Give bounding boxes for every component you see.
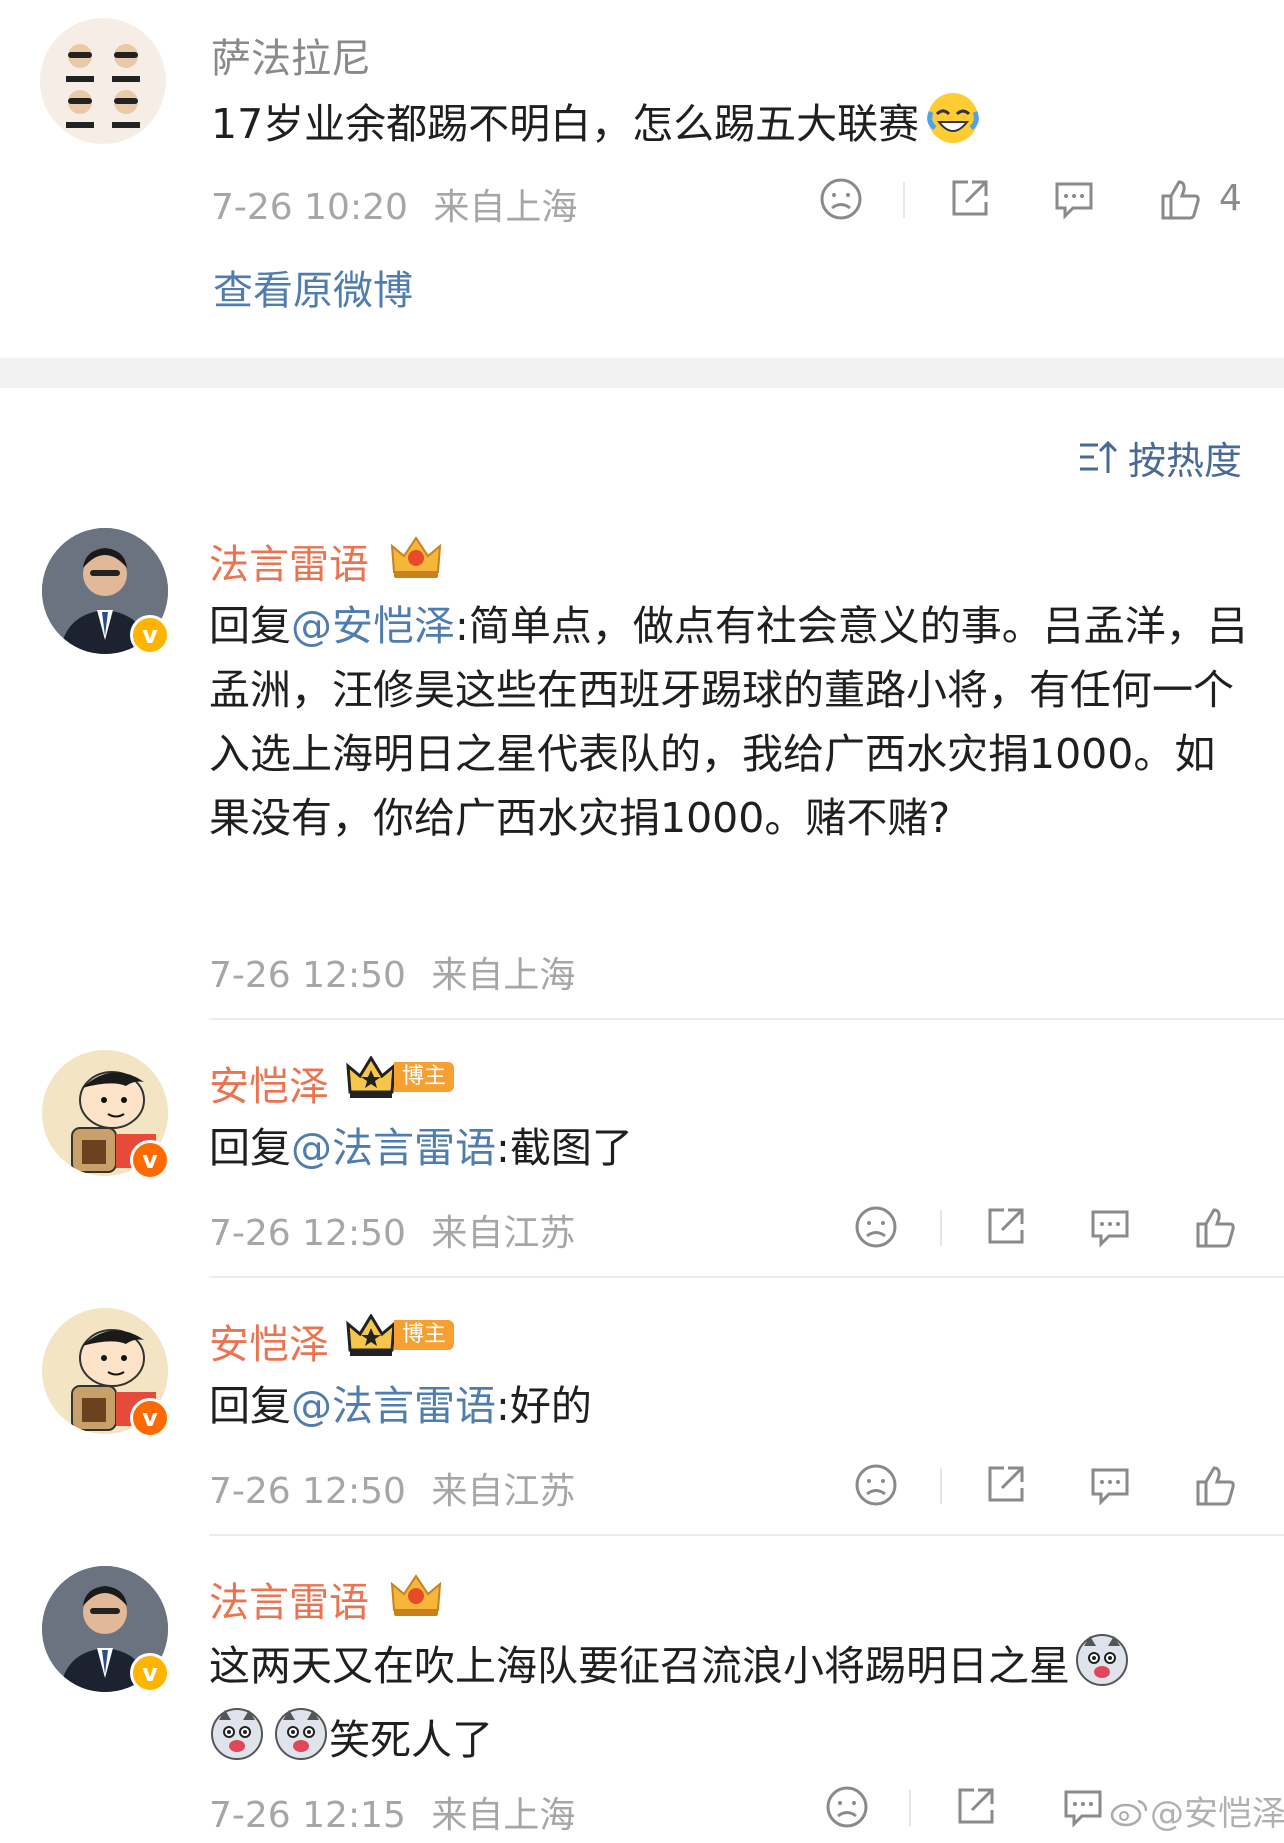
comment-meta: 7-26 10:20 来自上海 <box>211 178 577 230</box>
vip-crown-icon <box>346 1313 396 1362</box>
action-separator <box>940 1468 942 1504</box>
verified-badge: v <box>130 1653 170 1693</box>
husky-emoji-icon <box>209 1706 265 1780</box>
reply-prefix: 回复 <box>209 602 291 650</box>
like-icon[interactable] <box>1192 1462 1238 1508</box>
comment-location: 来自上海 <box>433 187 578 228</box>
reply-time: 7-26 12:15 <box>209 1795 406 1836</box>
comment-icon[interactable] <box>1087 1204 1133 1250</box>
reply-meta: 7-26 12:15 来自上海 <box>209 1786 575 1838</box>
reply-text: 回复@法言雷语:好的 <box>209 1374 592 1438</box>
like-count: 4 <box>1219 178 1242 219</box>
like-icon[interactable] <box>1157 176 1203 222</box>
reply-meta: 7-26 12:50 来自江苏 <box>209 1204 575 1256</box>
repost-icon[interactable] <box>946 176 992 222</box>
husky-emoji-icon <box>273 1706 329 1780</box>
watermark-text: @安恺泽 <box>1150 1794 1284 1834</box>
vip-crown-icon <box>388 1570 444 1622</box>
verified-badge: v <box>130 1398 170 1438</box>
reply-content: 这两天又在吹上海队要征召流浪小将踢明日之星 <box>209 1642 1070 1690</box>
reply-text-line: 这两天又在吹上海队要征召流浪小将踢明日之星 <box>209 1632 1269 1706</box>
repost-icon[interactable] <box>952 1784 998 1830</box>
comment-icon[interactable] <box>1087 1462 1133 1508</box>
section-divider <box>0 358 1284 388</box>
reply-location: 来自江苏 <box>431 1471 576 1512</box>
reply-text: 这两天又在吹上海队要征召流浪小将踢明日之星 笑死人了 <box>209 1632 1269 1780</box>
sort-icon <box>1078 437 1118 477</box>
comment-icon[interactable] <box>1060 1784 1106 1830</box>
repost-icon[interactable] <box>982 1204 1028 1250</box>
reply-time: 7-26 12:50 <box>209 1471 406 1512</box>
reply-content: :截图了 <box>496 1124 633 1172</box>
mention-link[interactable]: @法言雷语 <box>291 1382 496 1430</box>
reply-location: 来自江苏 <box>431 1213 576 1254</box>
reply-time: 7-26 12:50 <box>209 1213 406 1254</box>
action-separator <box>903 182 905 218</box>
avatar[interactable] <box>40 18 166 144</box>
dislike-icon[interactable] <box>853 1462 899 1508</box>
reply-content: 笑死人了 <box>329 1716 493 1764</box>
weibo-logo-icon <box>1110 1796 1148 1836</box>
vip-crown-icon <box>388 532 444 584</box>
sort-label: 按热度 <box>1128 438 1243 483</box>
reply-meta: 7-26 12:50 来自上海 <box>209 946 575 998</box>
reply-username[interactable]: 安恺泽 <box>209 1312 329 1370</box>
reply-prefix: 回复 <box>209 1382 291 1430</box>
reply-username[interactable]: 安恺泽 <box>209 1054 329 1112</box>
reply-meta: 7-26 12:50 来自江苏 <box>209 1462 575 1514</box>
action-separator <box>909 1790 911 1826</box>
reply-text: 回复@法言雷语:截图了 <box>209 1116 633 1180</box>
reply-text-line: 笑死人了 <box>209 1706 1269 1780</box>
action-separator <box>940 1210 942 1246</box>
dislike-icon[interactable] <box>824 1784 870 1830</box>
reply-prefix: 回复 <box>209 1124 291 1172</box>
dislike-icon[interactable] <box>853 1204 899 1250</box>
vip-crown-icon <box>346 1055 396 1104</box>
reply-divider <box>209 1018 1284 1020</box>
verified-badge: v <box>130 1140 170 1180</box>
like-icon[interactable] <box>1192 1204 1238 1250</box>
view-original-link[interactable]: 查看原微博 <box>213 258 413 316</box>
husky-emoji-icon <box>1074 1632 1130 1706</box>
verified-badge: v <box>130 615 170 655</box>
reply-username[interactable]: 法言雷语 <box>209 532 369 590</box>
comment-username[interactable]: 萨法拉尼 <box>211 26 371 84</box>
reply-location: 来自上海 <box>431 1795 576 1836</box>
comment-text-content: 17岁业余都踢不明白，怎么踢五大联赛 <box>211 100 920 148</box>
reply-divider <box>209 1534 1284 1536</box>
reply-location: 来自上海 <box>431 955 576 996</box>
comment-time: 7-26 10:20 <box>211 187 408 228</box>
reply-time: 7-26 12:50 <box>209 955 406 996</box>
watermark: @安恺泽 <box>1110 1786 1284 1836</box>
reply-divider <box>209 1276 1284 1278</box>
comment-icon[interactable] <box>1051 176 1097 222</box>
reply-content: :好的 <box>496 1382 592 1430</box>
sort-button[interactable]: 按热度 <box>1078 432 1243 483</box>
dislike-icon[interactable] <box>818 176 864 222</box>
repost-icon[interactable] <box>982 1462 1028 1508</box>
mention-link[interactable]: @安恺泽 <box>291 602 455 650</box>
mention-link[interactable]: @法言雷语 <box>291 1124 496 1172</box>
reply-username[interactable]: 法言雷语 <box>209 1570 369 1628</box>
blogger-badge: 博主 <box>394 1320 455 1350</box>
reply-text: 回复@安恺泽:简单点，做点有社会意义的事。吕孟洋，吕孟洲，汪修昊这些在西班牙踢球… <box>209 594 1249 850</box>
blogger-badge: 博主 <box>394 1062 455 1092</box>
laugh-cry-emoji-icon <box>925 90 981 164</box>
comment-text: 17岁业余都踢不明白，怎么踢五大联赛 <box>211 90 981 164</box>
